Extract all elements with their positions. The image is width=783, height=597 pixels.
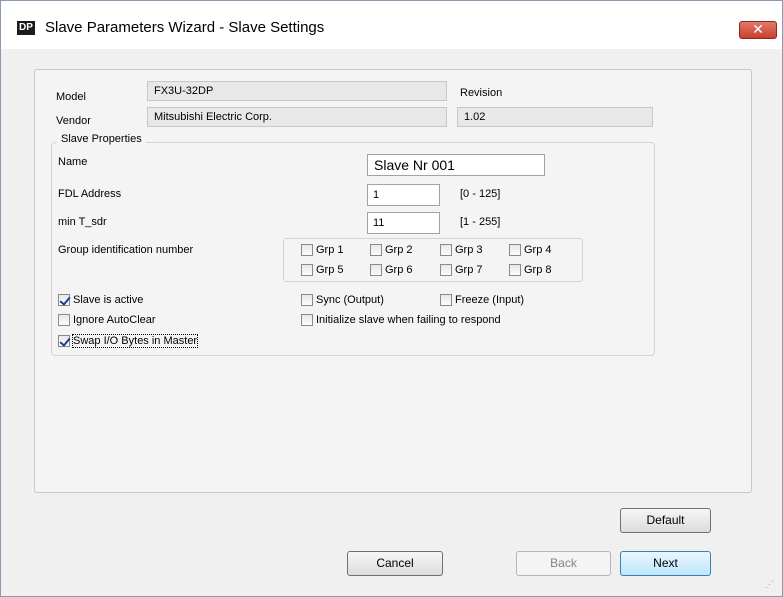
fdl-address-input[interactable] xyxy=(367,184,440,206)
close-button[interactable]: ✕ xyxy=(739,21,777,39)
revision-label: Revision xyxy=(460,87,503,99)
name-input[interactable] xyxy=(367,154,545,176)
grp-4-checkbox[interactable]: Grp 4 xyxy=(509,244,552,256)
vendor-label: Vendor xyxy=(56,115,91,127)
next-button[interactable]: Next xyxy=(620,551,711,576)
checkbox-box xyxy=(301,264,313,276)
grp-8-checkbox[interactable]: Grp 8 xyxy=(509,264,552,276)
freeze-input-checkbox[interactable]: Freeze (Input) xyxy=(440,294,524,306)
tsdr-range-label: [1 - 255] xyxy=(460,216,501,228)
group-id-label: Group identification number xyxy=(58,244,194,256)
slave-properties-legend: Slave Properties xyxy=(57,133,146,145)
checkbox-box xyxy=(370,244,382,256)
close-icon: ✕ xyxy=(752,22,764,38)
grp-3-checkbox[interactable]: Grp 3 xyxy=(440,244,483,256)
cancel-button[interactable]: Cancel xyxy=(347,551,443,576)
tsdr-input[interactable] xyxy=(367,212,440,234)
checkbox-box xyxy=(370,264,382,276)
checkbox-box xyxy=(58,314,70,326)
dp-app-icon: DP xyxy=(17,21,35,35)
vendor-field: Mitsubishi Electric Corp. xyxy=(147,107,447,127)
window-title: Slave Parameters Wizard - Slave Settings xyxy=(45,19,325,36)
default-button[interactable]: Default xyxy=(620,508,711,533)
grp-5-checkbox[interactable]: Grp 5 xyxy=(301,264,344,276)
grp-2-checkbox[interactable]: Grp 2 xyxy=(370,244,413,256)
ignore-autoclear-checkbox[interactable]: Ignore AutoClear xyxy=(58,314,156,326)
checkbox-box xyxy=(509,244,521,256)
resize-grip-icon[interactable]: ⋰ xyxy=(765,579,777,591)
grp-6-checkbox[interactable]: Grp 6 xyxy=(370,264,413,276)
model-label: Model xyxy=(56,91,86,103)
model-field: FX3U-32DP xyxy=(147,81,447,101)
slave-active-checkbox[interactable]: Slave is active xyxy=(58,294,143,306)
checkbox-box xyxy=(440,264,452,276)
fdl-range-label: [0 - 125] xyxy=(460,188,501,200)
checkbox-box xyxy=(509,264,521,276)
swap-io-checkbox[interactable]: Swap I/O Bytes in Master xyxy=(58,334,199,348)
checkbox-box xyxy=(301,244,313,256)
fdl-address-label: FDL Address xyxy=(58,188,122,200)
revision-field: 1.02 xyxy=(457,107,653,127)
checkbox-box xyxy=(440,244,452,256)
checkbox-box xyxy=(301,314,313,326)
grp-1-checkbox[interactable]: Grp 1 xyxy=(301,244,344,256)
name-label: Name xyxy=(58,156,88,168)
checkbox-box xyxy=(301,294,313,306)
checkbox-box xyxy=(58,335,70,347)
grp-7-checkbox[interactable]: Grp 7 xyxy=(440,264,483,276)
title-bar: DP Slave Parameters Wizard - Slave Setti… xyxy=(1,1,782,49)
checkbox-box xyxy=(58,294,70,306)
back-button[interactable]: Back xyxy=(516,551,611,576)
sync-output-checkbox[interactable]: Sync (Output) xyxy=(301,294,384,306)
wizard-window: DP Slave Parameters Wizard - Slave Setti… xyxy=(0,0,783,597)
checkbox-box xyxy=(440,294,452,306)
tsdr-label: min T_sdr xyxy=(58,216,107,228)
init-slave-checkbox[interactable]: Initialize slave when failing to respond xyxy=(301,314,501,326)
